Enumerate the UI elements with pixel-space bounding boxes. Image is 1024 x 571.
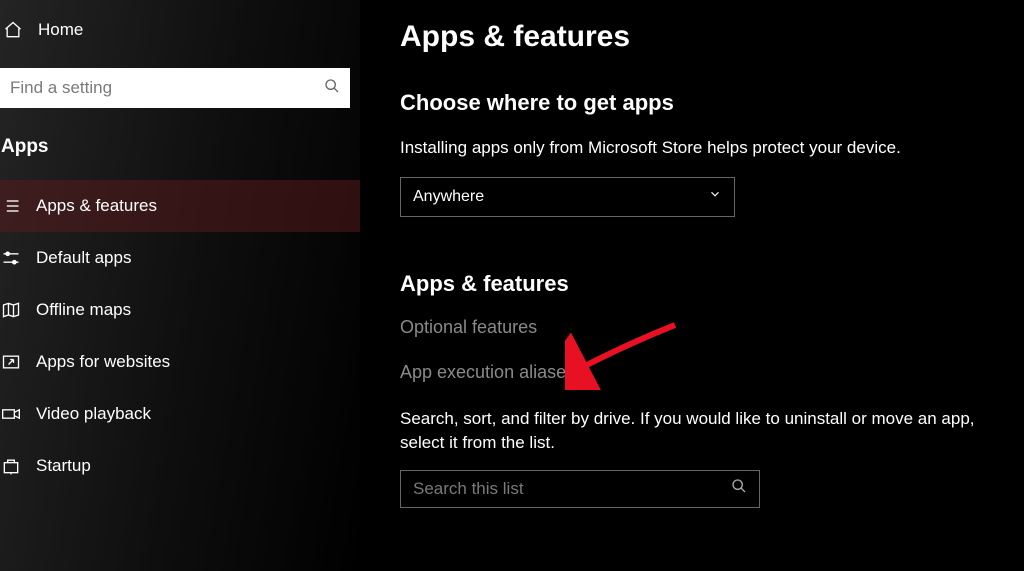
dropdown-value: Anywhere bbox=[413, 188, 484, 206]
sidebar-item-label: Apps & features bbox=[36, 196, 157, 216]
startup-icon bbox=[0, 456, 22, 476]
sidebar-item-label: Offline maps bbox=[36, 300, 131, 320]
optional-features-link[interactable]: Optional features bbox=[400, 317, 984, 338]
home-nav-item[interactable]: Home bbox=[0, 8, 360, 52]
sidebar-item-apps-features[interactable]: Apps & features bbox=[0, 180, 360, 232]
page-title: Apps & features bbox=[400, 20, 984, 54]
search-icon bbox=[731, 478, 747, 499]
chevron-down-icon bbox=[708, 187, 722, 206]
find-setting-search[interactable] bbox=[0, 68, 350, 108]
search-icon bbox=[324, 78, 340, 99]
sidebar-category: Apps bbox=[1, 136, 360, 158]
open-external-icon bbox=[0, 352, 22, 372]
defaults-icon bbox=[0, 248, 22, 268]
apps-list-info: Search, sort, and filter by drive. If yo… bbox=[400, 407, 984, 456]
list-icon bbox=[0, 196, 22, 216]
sidebar-item-default-apps[interactable]: Default apps bbox=[0, 232, 360, 284]
find-setting-input[interactable] bbox=[10, 78, 324, 98]
sidebar-item-label: Default apps bbox=[36, 248, 131, 268]
main-content: Apps & features Choose where to get apps… bbox=[360, 0, 1024, 571]
home-label: Home bbox=[38, 20, 83, 40]
sidebar-item-offline-maps[interactable]: Offline maps bbox=[0, 284, 360, 336]
app-source-dropdown[interactable]: Anywhere bbox=[400, 177, 735, 217]
sidebar-item-label: Startup bbox=[36, 456, 91, 476]
map-icon bbox=[0, 300, 22, 320]
home-icon bbox=[2, 20, 24, 40]
app-execution-aliases-link[interactable]: App execution aliases bbox=[400, 362, 984, 383]
sidebar-item-startup[interactable]: Startup bbox=[0, 440, 360, 492]
apps-list-search[interactable] bbox=[400, 470, 760, 508]
video-icon bbox=[0, 404, 22, 424]
sidebar-item-apps-websites[interactable]: Apps for websites bbox=[0, 336, 360, 388]
sidebar-item-video-playback[interactable]: Video playback bbox=[0, 388, 360, 440]
settings-sidebar: Home Apps Apps & features Default apps O… bbox=[0, 0, 360, 571]
sidebar-item-label: Apps for websites bbox=[36, 352, 170, 372]
choose-apps-description: Installing apps only from Microsoft Stor… bbox=[400, 136, 984, 161]
apps-features-heading: Apps & features bbox=[400, 271, 984, 297]
apps-list-search-input[interactable] bbox=[413, 479, 731, 499]
sidebar-item-label: Video playback bbox=[36, 404, 151, 424]
choose-apps-heading: Choose where to get apps bbox=[400, 90, 984, 116]
